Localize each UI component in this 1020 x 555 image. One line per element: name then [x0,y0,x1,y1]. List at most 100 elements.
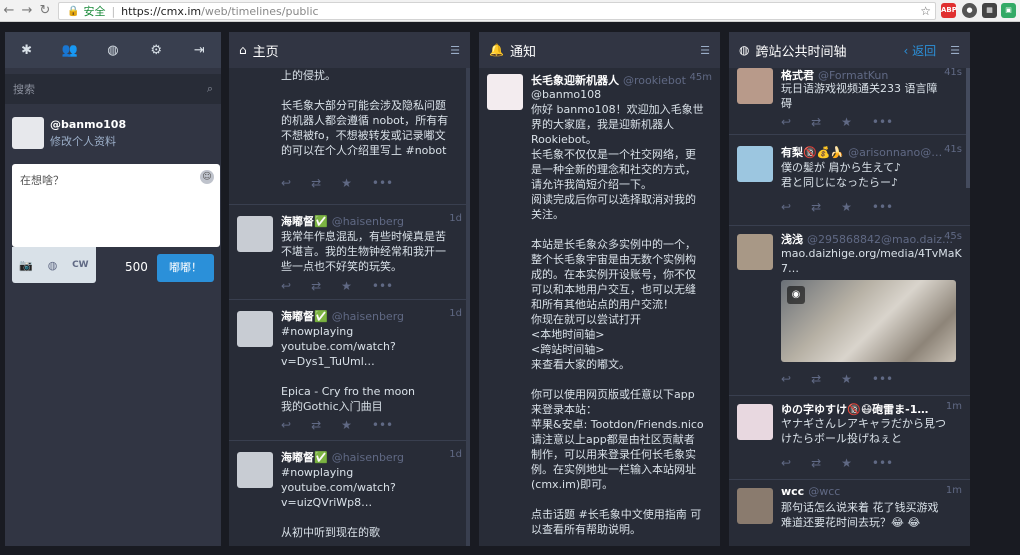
boost-icon[interactable]: ⇄ [811,200,821,214]
status[interactable]: 上的侵扰。 长毛象大部分可能会涉及隐私问题 的机器人都会遵循 nobot，所有有… [229,68,470,205]
boost-icon[interactable]: ⇄ [811,115,821,129]
avatar[interactable] [12,117,44,149]
more-icon[interactable]: ••• [372,279,393,293]
boost-icon[interactable]: ⇄ [311,279,321,293]
display-name[interactable]: 海嘟督✅ @haisenberg [281,449,404,465]
column-settings-icon[interactable]: ☰ [950,44,960,57]
more-icon[interactable]: ••• [872,115,893,129]
display-name[interactable]: wcc @wcc [781,485,840,498]
extension-icon[interactable]: ▣ [1001,3,1016,18]
boost-icon[interactable]: ⇄ [811,456,821,470]
favourite-icon[interactable]: ★ [841,456,852,470]
favourite-icon[interactable]: ★ [841,200,852,214]
status-time[interactable]: 45s [944,231,962,242]
reply-icon[interactable]: ↩ [781,456,791,470]
status[interactable]: 格式君 @FormatKun 41s 玩日语游戏视频通关233 语言障 碍 ↩ ⇄… [729,67,970,135]
extension-icon[interactable]: ● [962,3,977,18]
favourite-icon[interactable]: ★ [841,372,852,386]
emoji-picker-icon[interactable]: ☺ [200,170,214,184]
reload-icon[interactable]: ↻ [36,3,54,18]
reply-icon[interactable]: ↩ [281,418,291,432]
avatar[interactable] [737,488,773,524]
avatar[interactable] [237,452,273,488]
status-time[interactable]: 41s [944,144,962,155]
display-name[interactable]: 海嘟督✅ @haisenberg [281,213,404,229]
favourite-icon[interactable]: ★ [341,279,352,293]
status-time[interactable]: 41s [944,67,962,78]
scrollbar[interactable] [466,68,470,546]
avatar[interactable] [737,404,773,440]
search-input[interactable]: 搜索 ⌕ [5,74,221,104]
column-settings-icon[interactable]: ☰ [700,44,710,57]
reply-icon[interactable]: ↩ [281,176,291,190]
column-title[interactable]: 跨站公共时间轴 [755,41,903,60]
favourite-icon[interactable]: ★ [341,176,352,190]
column-title[interactable]: 主页 [253,41,451,60]
display-name[interactable]: 浅浅 @295868842@mao.daiz… [781,231,953,247]
status[interactable]: 浅浅 @295868842@mao.daiz… 45s mao.daizhige.… [729,226,970,396]
column-title[interactable]: 通知 [510,41,700,60]
globe-icon[interactable]: ◍ [95,43,131,58]
status-time[interactable]: 1m [946,485,962,496]
avatar[interactable] [737,68,773,104]
edit-profile-link[interactable]: 修改个人资料 [50,133,126,149]
status-time[interactable]: 1d [449,213,462,224]
gear-icon[interactable]: ⚙ [138,43,174,58]
more-icon[interactable]: ••• [372,176,393,190]
status[interactable]: 海嘟督✅ @haisenberg 1d #nowplaying youtube.c… [229,300,470,441]
status-time[interactable]: 1d [449,308,462,319]
boost-icon[interactable]: ⇄ [811,372,821,386]
forward-arrow-icon[interactable]: → [18,3,36,18]
media-attachment[interactable]: ◉ [781,280,956,362]
display-name[interactable]: ゆの字ゆすけ🔞😷砲雷ま-1… [781,401,932,417]
reply-icon[interactable]: ↩ [781,372,791,386]
avatar[interactable] [237,216,273,252]
account-handle[interactable]: @banmo108 [50,118,126,131]
people-icon[interactable]: 👥 [52,43,88,58]
status[interactable]: wcc @wcc 1m 那句话怎么说来着 花了钱买游戏 难道还要花时间去玩？😂 😂 [729,480,970,546]
compose-textarea[interactable]: 在想啥？ ☺ [12,164,220,247]
logout-icon[interactable]: ⇥ [181,43,217,58]
status[interactable]: 海嘟督✅ @haisenberg 1d 我常年作息混乱，有些时候真是苦 不堪言。我… [229,205,470,300]
adblock-plus-icon[interactable]: ABP [941,3,957,18]
status[interactable]: 海嘟督✅ @haisenberg 1d #nowplaying youtube.c… [229,441,470,546]
getting-started-icon[interactable]: ✱ [9,43,45,58]
more-icon[interactable]: ••• [872,372,893,386]
toot-button[interactable]: 嘟嘟！ [157,254,214,282]
camera-icon[interactable]: 📷 [19,259,33,272]
display-name[interactable]: 长毛象迎新机器人 @rookiebot [531,72,686,88]
status-time[interactable]: 1d [449,449,462,460]
boost-icon[interactable]: ⇄ [311,176,321,190]
favourite-icon[interactable]: ★ [841,115,852,129]
eye-icon[interactable]: ◉ [787,286,805,304]
cw-button[interactable]: CW [72,260,89,270]
boost-icon[interactable]: ⇄ [311,418,321,432]
status-time[interactable]: 1m [946,401,962,412]
status[interactable]: ゆの字ゆすけ🔞😷砲雷ま-1… 1m ヤナギさんレアキャラだから見つ けたらボール… [729,396,970,480]
bookmark-star-icon[interactable]: ☆ [920,4,931,18]
status-time[interactable]: 45m [690,72,712,83]
avatar[interactable] [737,234,773,270]
notification[interactable]: 长毛象迎新机器人 @rookiebot 45m @banmo108 你好 banm… [479,68,720,546]
more-icon[interactable]: ••• [872,456,893,470]
avatar[interactable] [487,74,523,110]
favourite-icon[interactable]: ★ [341,418,352,432]
address-bar[interactable]: 🔒 安全 | https://cmx.im/web/timelines/publ… [58,2,936,20]
reply-icon[interactable]: ↩ [781,115,791,129]
mention-link[interactable]: @banmo108 [531,87,714,102]
column-settings-icon[interactable]: ☰ [450,44,460,57]
globe-icon[interactable]: ◍ [48,259,58,272]
reply-icon[interactable]: ↩ [781,200,791,214]
reply-icon[interactable]: ↩ [281,279,291,293]
extension-icon[interactable]: ▦ [982,3,997,18]
display-name[interactable]: 海嘟督✅ @haisenberg [281,308,404,324]
avatar[interactable] [237,311,273,347]
more-icon[interactable]: ••• [872,200,893,214]
avatar[interactable] [737,146,773,182]
status[interactable]: 有梨🔞💰🍌 @arisonnano@… 41s 僕の髪が 肩から生えて♪ 君と同じ… [729,135,970,226]
display-name[interactable]: 有梨🔞💰🍌 @arisonnano@… [781,144,942,160]
back-arrow-icon[interactable]: ← [0,3,18,18]
scrollbar[interactable] [966,68,970,188]
back-button[interactable]: ‹ 返回 [903,42,936,59]
more-icon[interactable]: ••• [372,418,393,432]
